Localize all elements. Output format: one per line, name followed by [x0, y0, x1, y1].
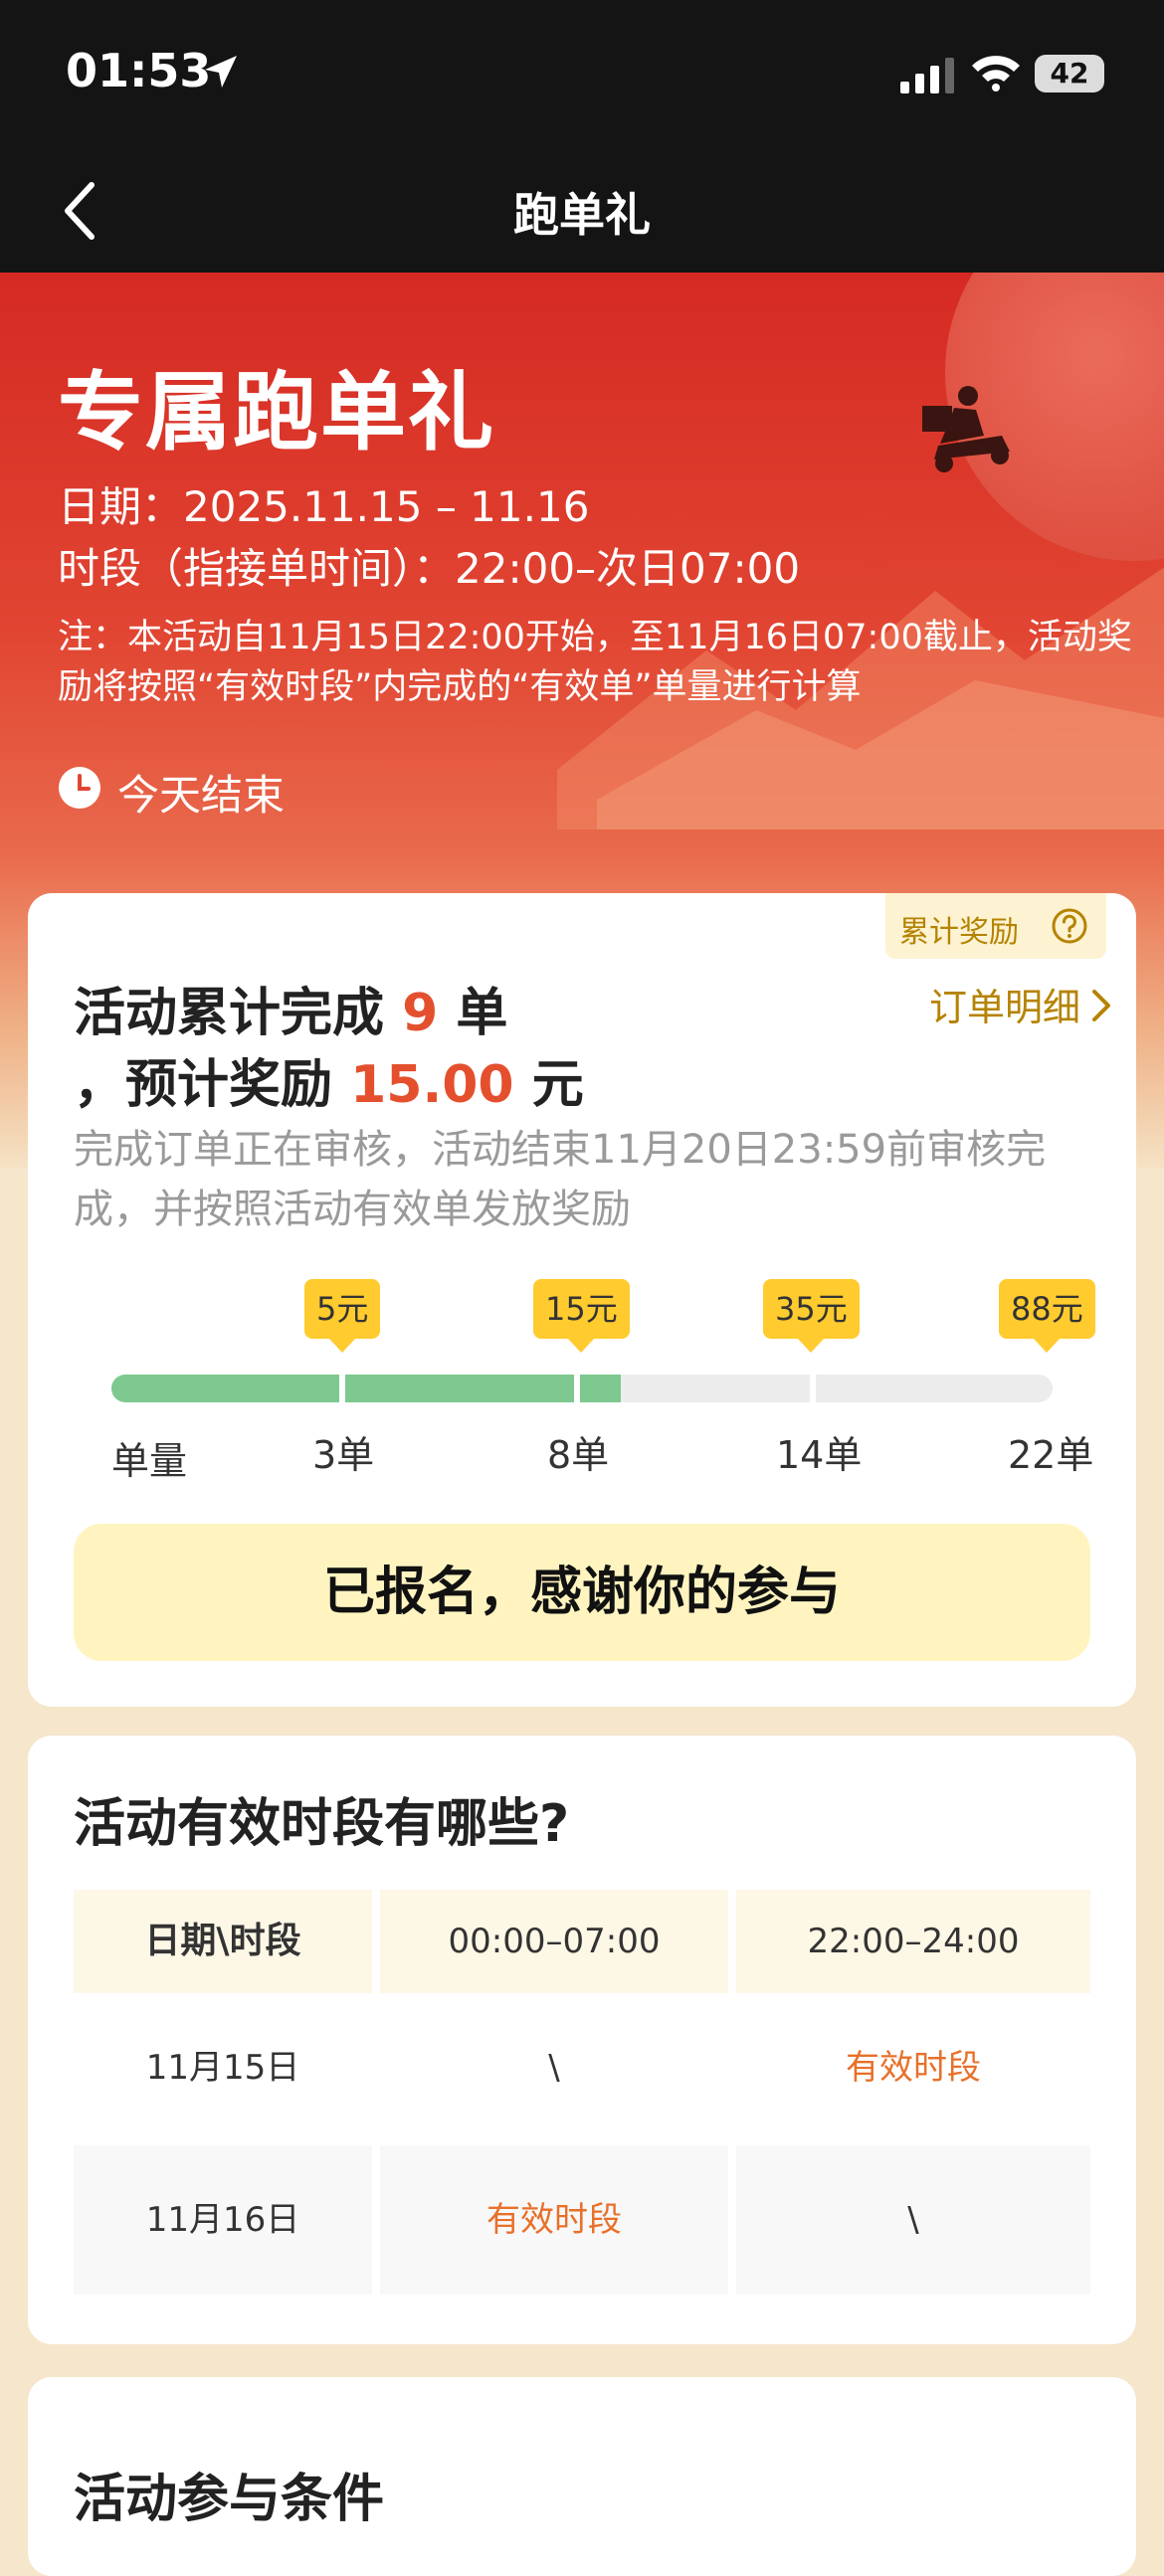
page-title: 跑单礼	[513, 188, 651, 242]
ends-today-label: 今天结束	[117, 771, 286, 820]
cumulative-reward-tag[interactable]: 累计奖励	[885, 893, 1106, 959]
valid-periods-title: 活动有效时段有哪些?	[74, 1794, 570, 1854]
activity-time-period: 时段（指接单时间）：22:00–次日07:00	[58, 544, 801, 593]
milestone-tick-1	[339, 1371, 345, 1406]
milestone-reward-1: 5元	[304, 1279, 381, 1353]
table-row2-date: 11月16日	[74, 2145, 372, 2295]
cellular-signal-icon	[900, 58, 954, 93]
signed-up-button[interactable]: 已报名，感谢你的参与	[74, 1524, 1090, 1661]
wifi-icon	[972, 56, 1020, 92]
orders-completed-count: 9	[402, 984, 439, 1043]
expected-reward-amount: 15.00	[350, 1055, 514, 1115]
table-row1-period-2: 有效时段	[846, 2048, 981, 2088]
location-arrow-icon	[205, 56, 237, 88]
orders-completed-summary: 活动累计完成 9 单	[74, 971, 507, 1045]
progress-card: 累计奖励 活动累计完成 9 单 ，预计奖励 15.00 元 订单明细 完成订单正…	[28, 893, 1136, 1707]
summary-unit: 单	[456, 984, 508, 1043]
conditions-title: 活动参与条件	[74, 2470, 385, 2529]
milestone-tick-3	[810, 1371, 816, 1406]
table-row1-date: 11月15日	[145, 2048, 300, 2088]
status-time: 01:53	[66, 44, 212, 97]
milestone-tick-2	[574, 1371, 580, 1406]
navigation-bar: 跑单礼	[0, 149, 1164, 273]
table-header-period-1: 00:00–07:00	[380, 1890, 728, 1993]
reward-unit: 元	[531, 1055, 584, 1115]
milestone-reward-4: 88元	[999, 1279, 1095, 1353]
hero-title: 专属跑单礼	[58, 363, 495, 462]
order-details-link[interactable]: 订单明细	[929, 977, 1080, 1031]
table-header-period-2: 22:00–24:00	[736, 1890, 1090, 1993]
milestone-label-4: 22单	[1008, 1433, 1094, 1477]
conditions-card: 活动参与条件	[28, 2377, 1136, 2576]
expected-reward-summary: ，预计奖励 15.00 元	[74, 1042, 584, 1117]
activity-date: 日期：2025.11.15 – 11.16	[58, 482, 590, 531]
table-header-date: 日期\时段	[74, 1890, 372, 1993]
cumulative-reward-label: 累计奖励	[899, 915, 1019, 950]
table-row2-period-1: 有效时段	[380, 2145, 728, 2295]
table-row1-period-1: \	[548, 2048, 560, 2088]
status-bar: 01:53 42	[0, 0, 1164, 149]
battery-level: 42	[1050, 57, 1089, 90]
table-row2-period-2: \	[736, 2145, 1090, 2295]
progress-track	[111, 1375, 1053, 1402]
review-note: 完成订单正在审核，活动结束11月20日23:59前审核完成，并按照活动有效单发放…	[74, 1127, 1047, 1232]
milestone-label-2: 8单	[547, 1433, 610, 1477]
reward-prefix: ，预计奖励	[74, 1055, 333, 1115]
milestone-label-1: 3单	[312, 1433, 375, 1477]
battery-indicator: 42	[1035, 55, 1104, 92]
valid-periods-card: 活动有效时段有哪些? 日期\时段 00:00–07:00 22:00–24:00…	[28, 1736, 1136, 2344]
clock-icon	[59, 767, 100, 809]
question-mark-icon[interactable]	[1051, 907, 1088, 945]
delivery-rider-icon	[922, 386, 1010, 472]
activity-note: 注：本活动自11月15日22:00开始，至11月16日07:00截止，活动奖励将…	[58, 618, 1132, 707]
milestone-label-3: 14单	[776, 1433, 863, 1477]
progress-fill	[111, 1375, 621, 1402]
summary-prefix: 活动累计完成	[74, 984, 385, 1043]
progress-axis-label: 单量	[111, 1439, 188, 1483]
chevron-right-icon[interactable]	[1088, 987, 1114, 1024]
milestone-reward-3: 35元	[763, 1279, 860, 1353]
milestone-reward-2: 15元	[533, 1279, 630, 1353]
